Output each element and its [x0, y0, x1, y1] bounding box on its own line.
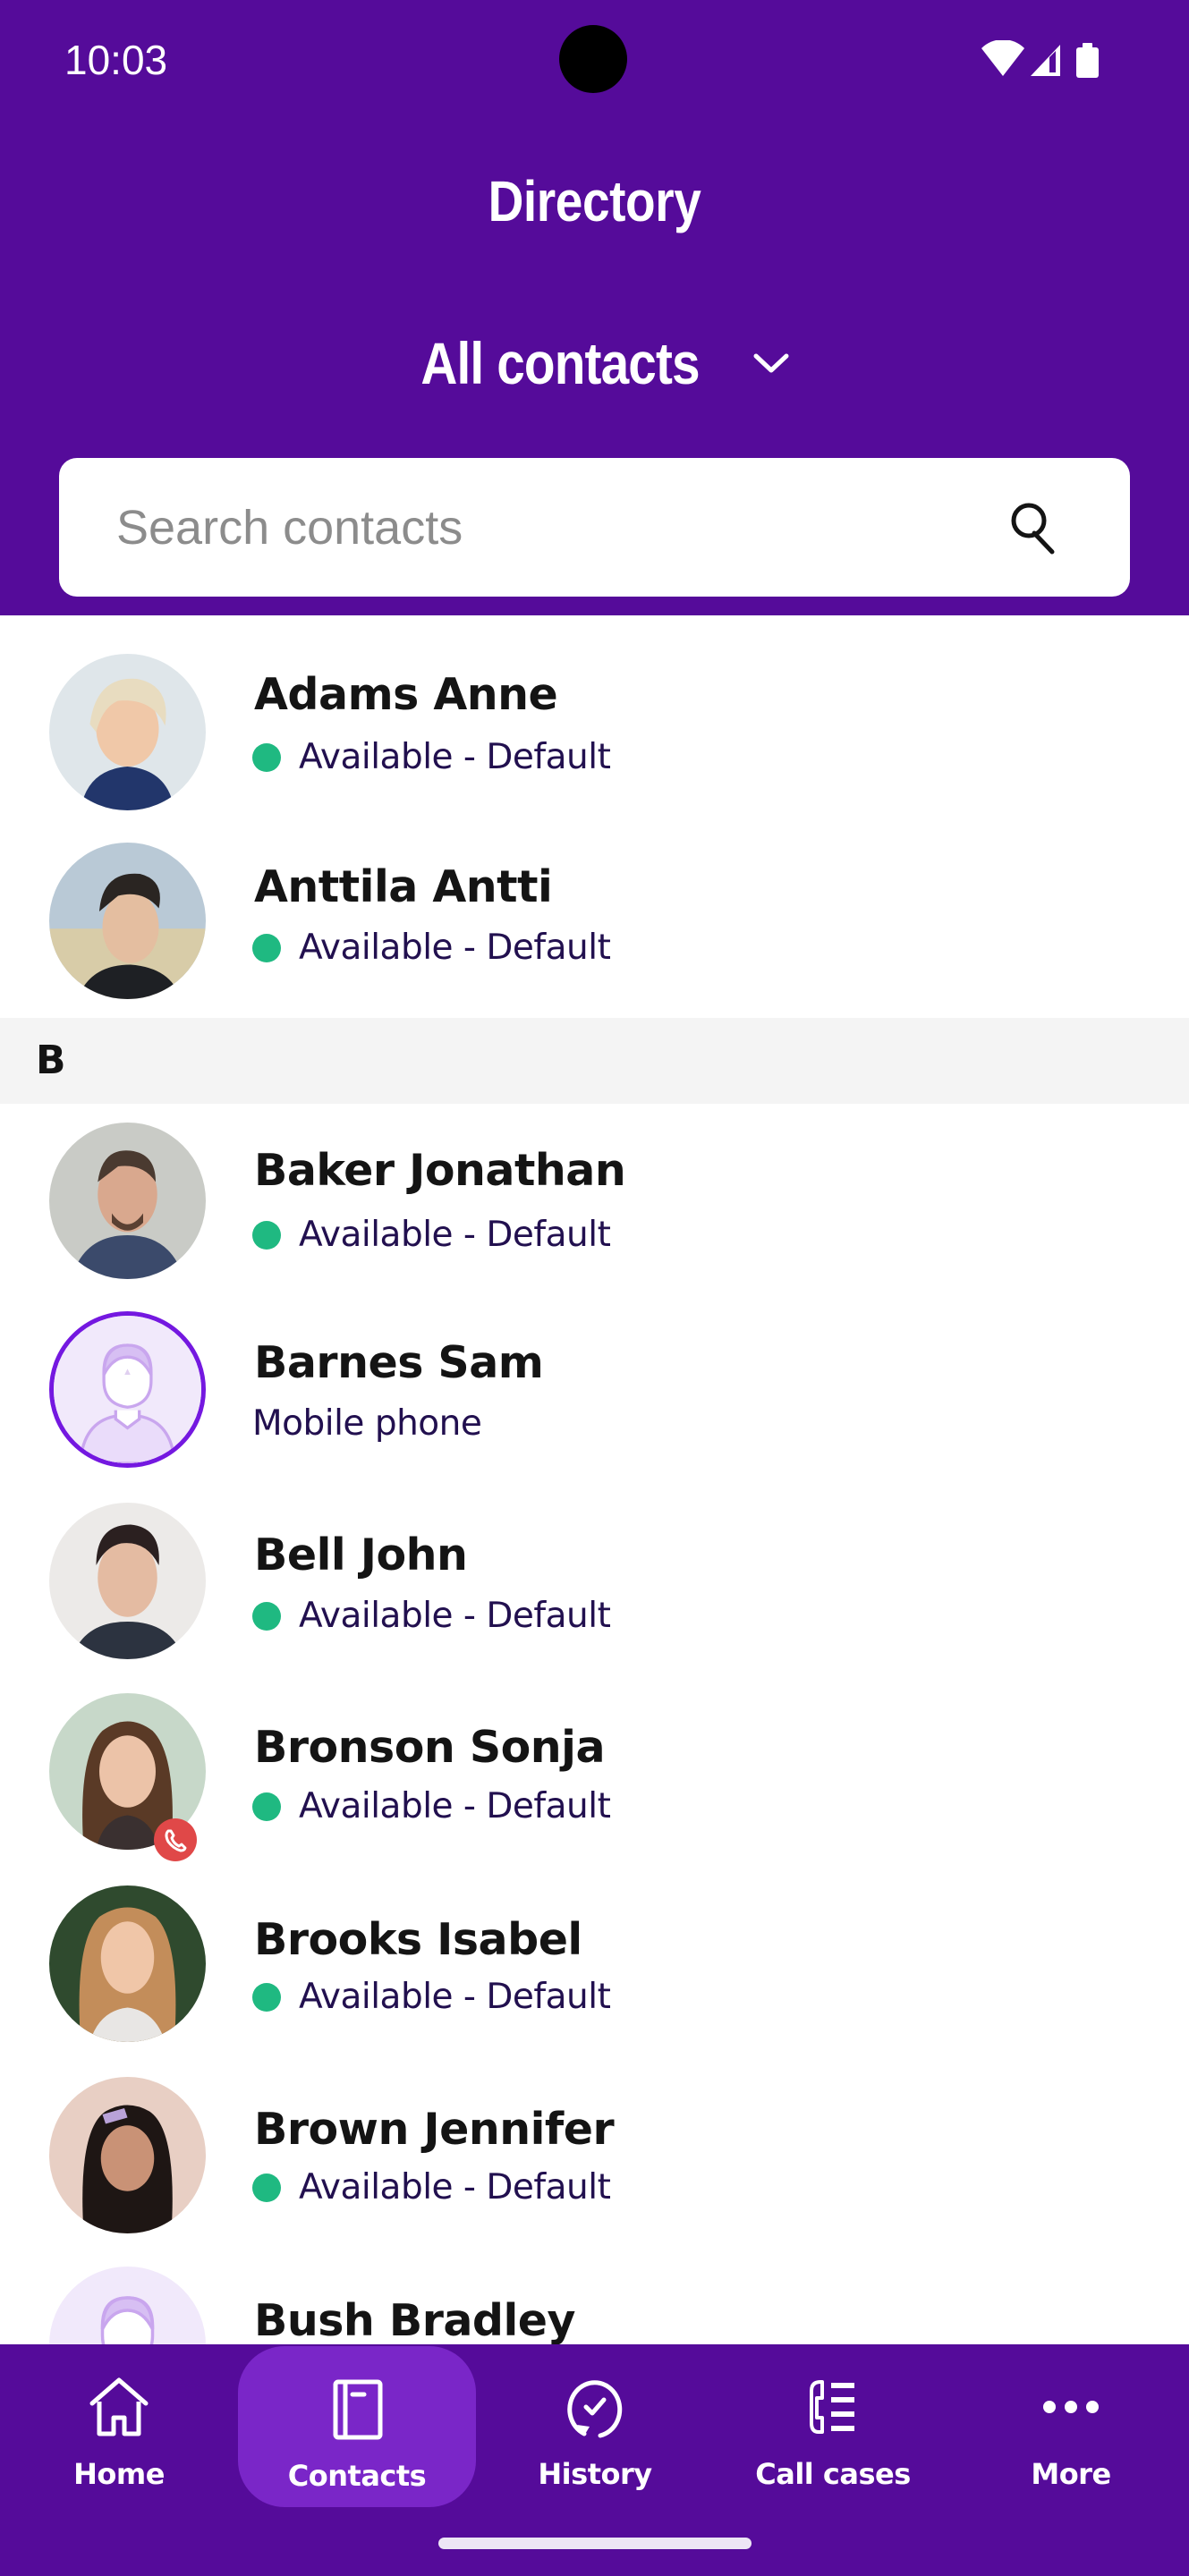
section-letter: B: [36, 1038, 66, 1083]
available-presence-dot: [252, 1220, 281, 1250]
contact-row[interactable]: Anttila Antti Available - Default: [0, 831, 1189, 1023]
contact-name: Adams Anne: [254, 669, 558, 720]
avatar: [49, 1885, 206, 2042]
search-bar: [59, 458, 1130, 597]
nav-label: Home: [73, 2457, 165, 2491]
contact-status: Available - Default: [252, 1786, 611, 1826]
nav-label: Call cases: [755, 2457, 911, 2491]
nav-label: History: [538, 2457, 652, 2491]
contact-status: Available - Default: [252, 1977, 611, 2017]
person-placeholder-icon: [54, 1316, 201, 1463]
contact-row[interactable]: Bell John Available - Default: [0, 1488, 1189, 1681]
status-text: Available - Default: [299, 1786, 611, 1826]
available-presence-dot: [252, 933, 281, 962]
contact-status: Mobile phone: [252, 1403, 482, 1444]
status-text: Available - Default: [299, 928, 611, 968]
more-icon: [1043, 2401, 1099, 2413]
search-input[interactable]: [116, 458, 1011, 597]
status-time: 10:03: [64, 37, 168, 83]
contact-row[interactable]: Barnes Sam Mobile phone: [0, 1296, 1189, 1488]
signal-icon: [1031, 45, 1060, 76]
nav-contacts[interactable]: Contacts: [238, 2346, 476, 2507]
contact-row[interactable]: Baker Jonathan Available - Default: [0, 1104, 1189, 1296]
search-button[interactable]: [1000, 494, 1072, 565]
status-text: Available - Default: [299, 1596, 611, 1636]
contacts-filter-dropdown[interactable]: All contacts: [0, 329, 1189, 397]
contact-name: Barnes Sam: [254, 1337, 544, 1388]
avatar: [49, 1503, 206, 1659]
contact-name: Brown Jennifer: [254, 2104, 615, 2155]
available-presence-dot: [252, 1601, 281, 1631]
status-text: Mobile phone: [252, 1403, 482, 1444]
contact-row[interactable]: Brown Jennifer Available - Default: [0, 2065, 1189, 2258]
filter-label: All contacts: [420, 330, 701, 396]
avatar: [49, 654, 206, 810]
contact-name: Bush Bradley: [254, 2295, 575, 2346]
contact-name: Brooks Isabel: [254, 1914, 582, 1965]
status-text: Available - Default: [299, 1977, 611, 2017]
status-text: Available - Default: [299, 737, 611, 777]
section-header-b: B: [0, 1018, 1189, 1104]
nav-history[interactable]: History: [476, 2344, 714, 2505]
avatar-placeholder: [49, 1311, 206, 1468]
battery-icon: [1076, 43, 1099, 78]
status-text: Available - Default: [299, 1215, 611, 1255]
available-presence-dot: [252, 1792, 281, 1821]
home-indicator[interactable]: [438, 2538, 752, 2549]
contact-status: Available - Default: [252, 737, 611, 777]
nav-label: More: [1031, 2457, 1111, 2491]
contact-status: Available - Default: [252, 1596, 611, 1636]
avatar: [49, 2077, 206, 2233]
contact-row[interactable]: Brooks Isabel Available - Default: [0, 1873, 1189, 2065]
available-presence-dot: [252, 742, 281, 772]
phone-icon: [165, 1829, 187, 1852]
page-title: Directory: [488, 169, 701, 233]
chevron-down-icon: [753, 353, 789, 373]
contact-status: Available - Default: [252, 928, 611, 968]
available-presence-dot: [252, 1982, 281, 2012]
available-presence-dot: [252, 2173, 281, 2202]
nav-label: Contacts: [287, 2459, 427, 2493]
contact-name: Baker Jonathan: [254, 1145, 626, 1196]
contact-status: Available - Default: [252, 2167, 611, 2207]
contact-status: Available - Default: [252, 1215, 611, 1255]
nav-home[interactable]: Home: [0, 2344, 238, 2505]
avatar: [49, 1123, 206, 1279]
contacts-book-icon: [333, 2379, 383, 2440]
avatar: [49, 843, 206, 999]
history-icon: [567, 2380, 623, 2438]
on-call-badge: [154, 1818, 197, 1861]
status-icons: [980, 39, 1114, 80]
contact-row[interactable]: Adams Anne Available - Default: [0, 639, 1189, 831]
contact-name: Anttila Antti: [254, 861, 553, 912]
camera-cutout: [559, 25, 627, 93]
nav-more[interactable]: More: [952, 2344, 1189, 2505]
wifi-icon: [981, 39, 1024, 76]
contact-name: Bell John: [254, 1530, 468, 1580]
call-cases-icon: [810, 2380, 854, 2434]
status-text: Available - Default: [299, 2167, 611, 2207]
app-header: 10:03 Directory All contacts: [0, 0, 1189, 615]
nav-call-cases[interactable]: Call cases: [714, 2344, 952, 2505]
contact-row[interactable]: Bronson Sonja Available - Default: [0, 1681, 1189, 1873]
search-icon: [1011, 503, 1055, 555]
home-icon: [89, 2377, 149, 2436]
contact-name: Bronson Sonja: [254, 1722, 606, 1773]
